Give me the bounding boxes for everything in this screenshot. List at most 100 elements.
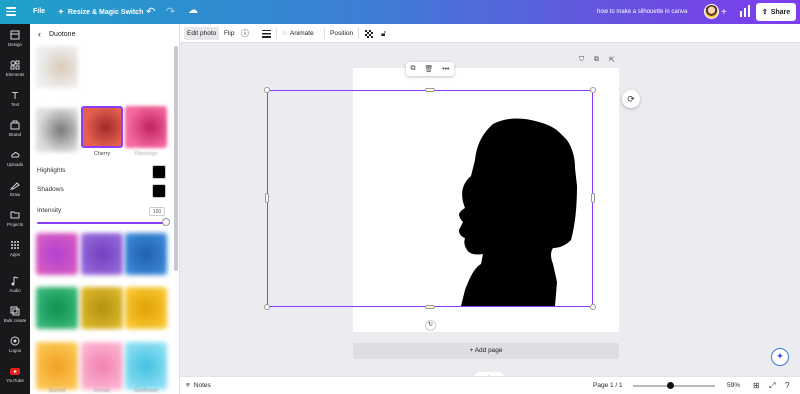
document-title[interactable]: how to make a silhouette in canva bbox=[597, 9, 687, 15]
transparency-icon[interactable] bbox=[365, 27, 373, 40]
duotone-preset-tile[interactable] bbox=[125, 287, 167, 329]
duotone-preset-tile[interactable] bbox=[81, 233, 123, 275]
divider bbox=[276, 28, 277, 39]
intensity-value-field[interactable]: 100 bbox=[149, 207, 165, 216]
intensity-slider-track[interactable] bbox=[37, 222, 165, 224]
duotone-preset-tile[interactable] bbox=[36, 46, 78, 88]
lock-icon[interactable]: 🔓︎ bbox=[381, 27, 386, 40]
panel-header: ‹ Duotone bbox=[38, 29, 75, 39]
resize-label: Resize & Magic Switch bbox=[67, 8, 144, 16]
share-button[interactable]: ⇪ Share bbox=[756, 3, 796, 21]
edit-photo-button[interactable]: Edit photo bbox=[184, 27, 220, 40]
rail-item-uploads[interactable]: Uploads bbox=[0, 150, 30, 167]
preset-label-flamingo: Flamingo bbox=[134, 151, 158, 157]
resize-handle-bottom[interactable] bbox=[425, 305, 435, 309]
rail-item-text[interactable]: T Text bbox=[0, 90, 30, 107]
preset-label: Sunset bbox=[48, 388, 66, 394]
context-toolbar: Edit photo Flip ⓘ ◌ Animate Position 🔓︎ bbox=[180, 24, 800, 43]
duotone-preset-tile[interactable] bbox=[36, 233, 78, 275]
duplicate-icon[interactable]: ⧉ bbox=[410, 65, 415, 73]
magic-assistant-icon[interactable]: ✦ bbox=[771, 348, 789, 366]
undo-icon[interactable]: ↶ bbox=[146, 5, 155, 18]
resize-handle-left[interactable] bbox=[265, 193, 269, 203]
rail-item-audio[interactable]: Audio bbox=[0, 276, 30, 293]
info-icon[interactable]: ⓘ bbox=[241, 27, 249, 40]
selection-box[interactable] bbox=[267, 90, 593, 307]
rail-item-elements[interactable]: Elements bbox=[0, 60, 30, 77]
insights-icon[interactable] bbox=[740, 5, 750, 17]
logos-icon bbox=[10, 336, 20, 346]
panel-scrollbar[interactable] bbox=[174, 46, 178, 271]
youtube-icon bbox=[10, 368, 20, 375]
highlights-label: Highlights bbox=[37, 167, 66, 174]
add-page-icon[interactable]: ⇱ bbox=[609, 56, 615, 64]
rail-label: YouTube bbox=[6, 378, 24, 383]
rail-item-draw[interactable]: Draw bbox=[0, 180, 30, 197]
zoom-slider-thumb[interactable] bbox=[667, 382, 674, 389]
resize-handle-top-left[interactable] bbox=[264, 87, 270, 93]
duotone-panel: ‹ Duotone Cherry Flamingo Highlights Sha… bbox=[30, 24, 180, 394]
intensity-slider-thumb[interactable] bbox=[162, 218, 170, 226]
resize-handle-right[interactable] bbox=[591, 193, 595, 203]
add-page-button[interactable]: + Add page bbox=[353, 343, 619, 359]
duotone-preset-tile[interactable] bbox=[36, 108, 78, 152]
cloud-save-icon[interactable]: ☁ bbox=[188, 5, 198, 16]
resize-handle-top[interactable] bbox=[425, 88, 435, 92]
delete-icon[interactable]: 🗑︎ bbox=[424, 65, 433, 73]
add-collaborator-icon[interactable]: + bbox=[721, 7, 727, 18]
duplicate-page-icon[interactable]: ⧉ bbox=[594, 56, 599, 64]
animate-button[interactable]: ◌ Animate bbox=[283, 27, 314, 40]
more-options-icon[interactable]: ••• bbox=[442, 66, 449, 73]
duotone-preset-tile[interactable] bbox=[81, 342, 123, 390]
duotone-preset-tile[interactable] bbox=[36, 287, 78, 329]
rail-label: Audio bbox=[9, 288, 21, 293]
avatar[interactable] bbox=[704, 4, 719, 19]
menu-icon[interactable] bbox=[6, 7, 16, 16]
highlights-color-swatch[interactable] bbox=[152, 165, 166, 179]
zoom-value[interactable]: 59% bbox=[727, 382, 740, 389]
resize-handle-bottom-left[interactable] bbox=[264, 304, 270, 310]
duotone-preset-tile[interactable] bbox=[125, 106, 167, 148]
position-button[interactable]: Position bbox=[330, 27, 353, 40]
resize-magic-switch-button[interactable]: ✦ Resize & Magic Switch bbox=[58, 8, 144, 17]
shadows-color-swatch[interactable] bbox=[152, 184, 166, 198]
rail-label: Logos bbox=[8, 348, 22, 353]
rail-item-bulk-create[interactable]: Bulk create bbox=[0, 306, 30, 323]
duotone-preset-tile[interactable] bbox=[36, 342, 78, 390]
duotone-preset-tile[interactable] bbox=[125, 342, 167, 390]
resize-handle-bottom-right[interactable] bbox=[590, 304, 596, 310]
refresh-icon[interactable]: ⟳ bbox=[622, 90, 640, 108]
lock-page-icon[interactable]: ⛉ bbox=[579, 56, 584, 64]
resize-handle-top-right[interactable] bbox=[590, 87, 596, 93]
file-menu-button[interactable]: File bbox=[33, 8, 45, 15]
duotone-preset-tile[interactable] bbox=[81, 287, 123, 329]
page-count[interactable]: Page 1 / 1 bbox=[593, 382, 623, 389]
rail-label: Elements bbox=[5, 72, 25, 77]
svg-text:T: T bbox=[11, 91, 19, 100]
animate-icon: ◌ bbox=[283, 30, 287, 37]
line-weight-icon[interactable] bbox=[262, 27, 271, 40]
back-chevron-icon[interactable]: ‹ bbox=[38, 29, 41, 39]
redo-icon[interactable]: ↷ bbox=[166, 5, 175, 18]
rail-item-youtube[interactable]: YouTube bbox=[0, 366, 30, 383]
duotone-preset-cherry[interactable] bbox=[81, 106, 123, 148]
flip-button[interactable]: Flip bbox=[224, 27, 234, 40]
fullscreen-icon[interactable]: ⤢ bbox=[769, 381, 775, 391]
preset-label: Ocean bbox=[93, 388, 111, 394]
rotate-handle-icon[interactable]: ↻ bbox=[425, 320, 436, 331]
share-label: Share bbox=[770, 8, 791, 16]
brand-icon bbox=[10, 120, 20, 130]
rail-label: Text bbox=[10, 102, 20, 107]
rail-item-apps[interactable]: Apps bbox=[0, 240, 30, 257]
rail-item-brand[interactable]: Brand bbox=[0, 120, 30, 137]
rail-label: Bulk create bbox=[3, 318, 27, 323]
grid-view-icon[interactable]: ⊞ bbox=[753, 381, 760, 390]
duotone-preset-tile[interactable] bbox=[125, 233, 167, 275]
help-icon[interactable]: ? bbox=[785, 381, 789, 390]
rail-item-projects[interactable]: Projects bbox=[0, 210, 30, 227]
preset-label: Sunflower bbox=[133, 388, 159, 394]
notes-button[interactable]: ≡ Notes bbox=[186, 382, 211, 389]
rail-item-design[interactable]: Design bbox=[0, 30, 30, 47]
rail-item-logos[interactable]: Logos bbox=[0, 336, 30, 353]
zoom-slider-track[interactable] bbox=[633, 385, 715, 387]
